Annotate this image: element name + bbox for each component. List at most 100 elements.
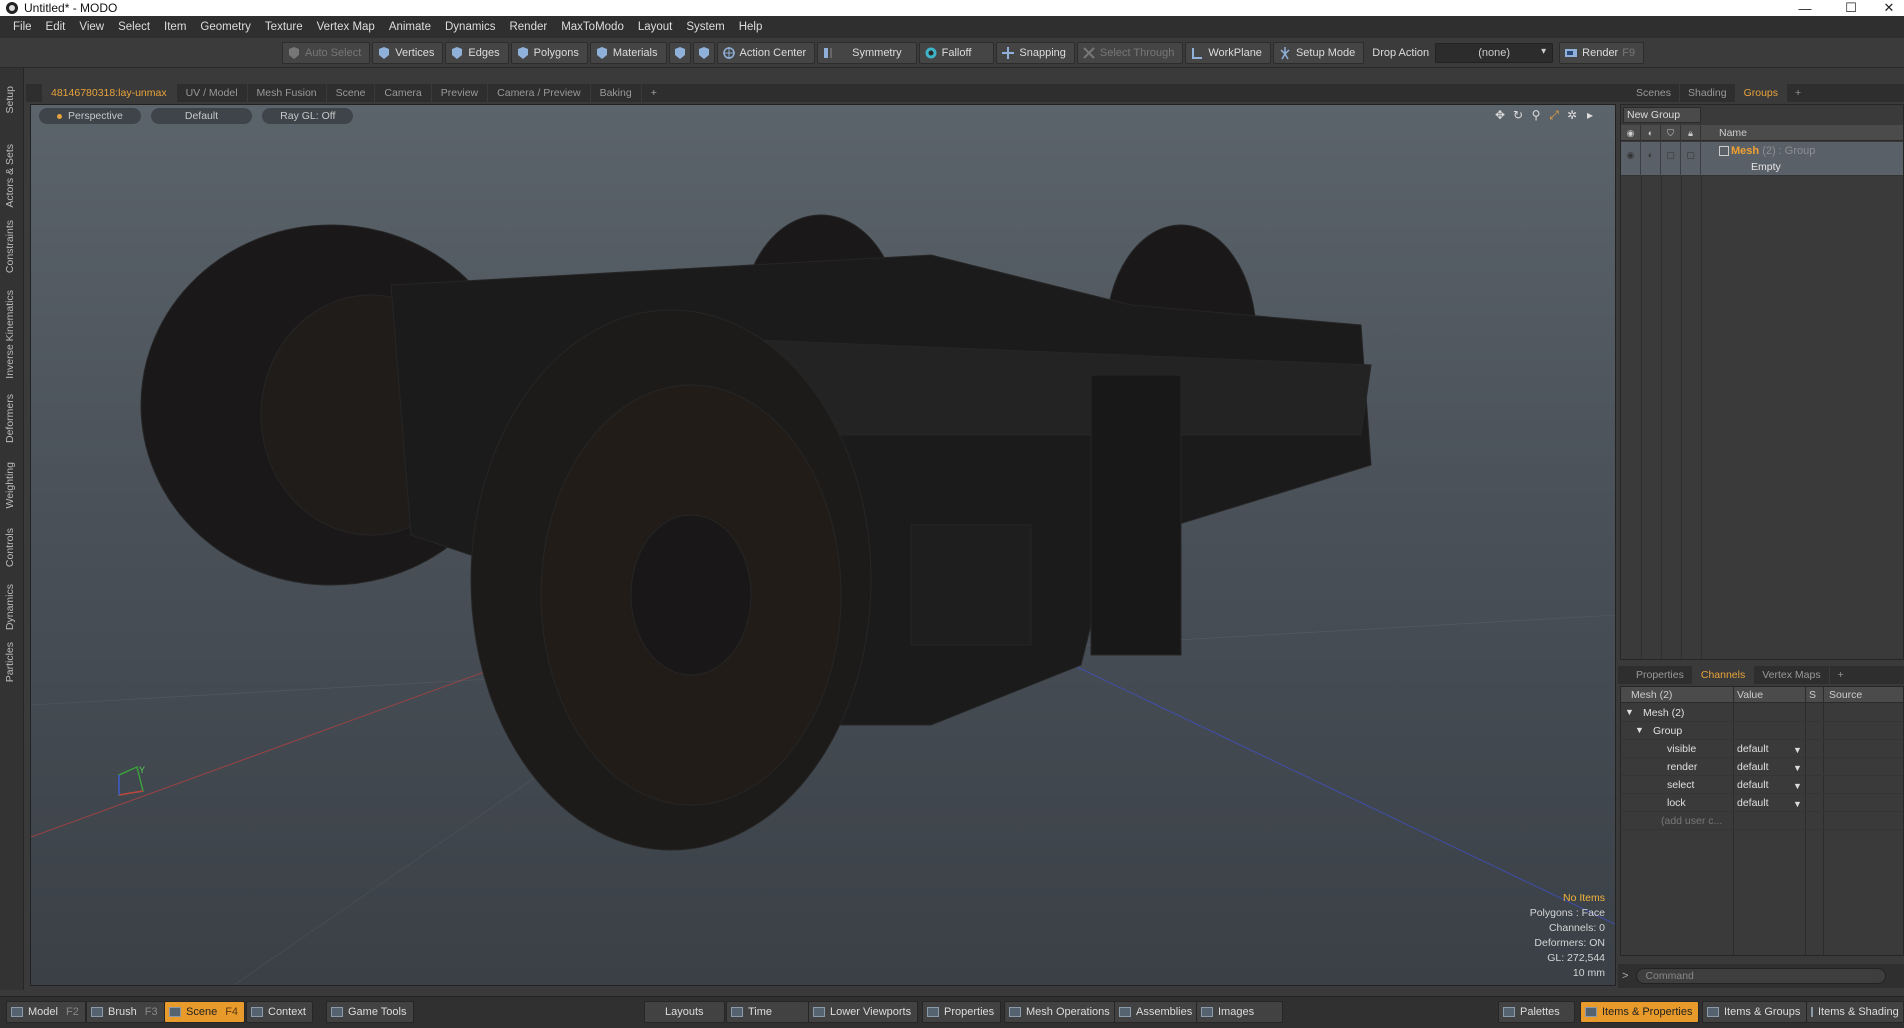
tab-camera-preview[interactable]: Camera / Preview [488, 84, 591, 102]
tab-scenes[interactable]: Scenes [1628, 84, 1681, 102]
menu-system[interactable]: System [679, 21, 731, 33]
lower-viewports-button[interactable]: Lower Viewports [808, 1001, 919, 1023]
menu-animate[interactable]: Animate [382, 21, 438, 33]
tab-baking[interactable]: Baking [591, 84, 642, 102]
drop-action-select[interactable]: (none) [1435, 42, 1554, 63]
model-layout-button[interactable]: Model F2 [6, 1001, 86, 1023]
channel-tree-mesh[interactable]: ▼ Mesh (2) [1621, 704, 1903, 722]
tab-setup[interactable]: Setup [4, 86, 16, 113]
viewport-settings-icon[interactable]: ✲ [1565, 108, 1579, 122]
tab-lay-unmax[interactable]: 48146780318:lay-unmax [42, 84, 177, 102]
tab-inverse-kinematics[interactable]: Inverse Kinematics [4, 290, 16, 379]
lock-toggle-icon[interactable]: ▢ [1681, 142, 1701, 176]
items-shading-button[interactable]: Items & Shading [1806, 1001, 1904, 1023]
tab-weighting[interactable]: Weighting [4, 462, 16, 509]
channel-row-select[interactable]: select default ▼ [1621, 776, 1903, 794]
tab-preview[interactable]: Preview [432, 84, 489, 102]
brush-layout-button[interactable]: Brush F3 [86, 1001, 165, 1023]
properties-button[interactable]: Properties [922, 1001, 1002, 1023]
expand-mesh-icon[interactable]: ▼ [1625, 707, 1634, 717]
tab-camera[interactable]: Camera [375, 84, 432, 102]
fit-view-icon[interactable]: ⤢ [1547, 108, 1561, 122]
time-button[interactable]: Time [726, 1001, 810, 1023]
new-group-button[interactable]: New Group [1623, 107, 1701, 123]
tab-particles[interactable]: Particles [4, 642, 16, 682]
add-tab-button[interactable]: + [642, 84, 666, 102]
symmetry-button[interactable]: Symmetry [817, 41, 917, 64]
menu-help[interactable]: Help [732, 21, 770, 33]
menu-dynamics[interactable]: Dynamics [438, 21, 502, 33]
viewport-menu-icon[interactable]: ▸ [1583, 108, 1597, 122]
context-layout-button[interactable]: Context [246, 1001, 313, 1023]
images-button[interactable]: Images [1196, 1001, 1284, 1023]
command-input[interactable]: Command [1636, 968, 1887, 984]
edges-button[interactable]: Edges [445, 41, 509, 64]
select-column-icon[interactable]: ⛉ [1661, 125, 1681, 141]
channel-row-lock[interactable]: lock default ▼ [1621, 794, 1903, 812]
close-icon[interactable]: ✕ [1874, 0, 1904, 16]
tab-groups[interactable]: Groups [1735, 84, 1788, 102]
view-mode-select[interactable]: Perspective [39, 108, 141, 124]
move-view-icon[interactable]: ✥ [1493, 108, 1507, 122]
render-button[interactable]: Render F9 [1559, 41, 1645, 64]
workplane-button[interactable]: WorkPlane [1185, 41, 1271, 64]
menu-texture[interactable]: Texture [258, 21, 310, 33]
menu-render[interactable]: Render [502, 21, 554, 33]
chevron-down-icon[interactable]: ▼ [1793, 763, 1802, 773]
visibility-column-icon[interactable]: ◉ [1621, 125, 1641, 141]
select-toggle-icon[interactable]: ▢ [1661, 142, 1681, 176]
auto-select-button[interactable]: Auto Select [282, 41, 371, 64]
chevron-down-icon[interactable]: ▼ [1793, 799, 1802, 809]
tab-scene[interactable]: Scene [327, 84, 376, 102]
tab-controls[interactable]: Controls [4, 528, 16, 567]
menu-geometry[interactable]: Geometry [193, 21, 258, 33]
add-right-tab-button[interactable]: + [1787, 84, 1809, 102]
snapping-button[interactable]: Snapping [996, 41, 1075, 64]
tab-mesh-fusion[interactable]: Mesh Fusion [248, 84, 327, 102]
3d-viewport[interactable]: Y Perspective Default Ray GL: Off ✥ ↻ ⚲ … [30, 104, 1616, 986]
select-mode-button-1[interactable] [668, 41, 691, 64]
menu-view[interactable]: View [72, 21, 111, 33]
render-toggle-icon[interactable]: ◐ [1641, 142, 1661, 176]
vertices-button[interactable]: Vertices [372, 41, 444, 64]
add-mid-tab-button[interactable]: + [1830, 666, 1852, 684]
rotate-view-icon[interactable]: ↻ [1511, 108, 1525, 122]
falloff-button[interactable]: Falloff [918, 41, 995, 64]
lock-column-icon[interactable]: 🔒︎ [1681, 125, 1701, 141]
raygl-toggle[interactable]: Ray GL: Off [262, 108, 354, 124]
mesh-operations-button[interactable]: Mesh Operations [1004, 1001, 1117, 1023]
assemblies-button[interactable]: Assemblies [1114, 1001, 1200, 1023]
render-column-icon[interactable]: ◐ [1641, 125, 1661, 141]
tab-properties[interactable]: Properties [1628, 666, 1693, 684]
add-user-channel[interactable]: (add user c... [1621, 812, 1903, 830]
palettes-button[interactable]: Palettes [1498, 1001, 1575, 1023]
materials-button[interactable]: Materials [589, 41, 667, 64]
maximize-icon[interactable]: ☐ [1828, 0, 1874, 16]
minimize-icon[interactable]: — [1782, 0, 1828, 16]
menu-edit[interactable]: Edit [39, 21, 73, 33]
tab-constraints[interactable]: Constraints [4, 220, 16, 273]
menu-file[interactable]: File [6, 21, 39, 33]
group-row-mesh[interactable]: ◉ ◐ ▢ ▢ Mesh (2) : Group Empty [1621, 142, 1903, 176]
channel-row-visible[interactable]: visible default ▼ [1621, 740, 1903, 758]
setup-mode-button[interactable]: Setup Mode [1272, 41, 1365, 64]
action-center-button[interactable]: Action Center [716, 41, 816, 64]
menu-select[interactable]: Select [111, 21, 157, 33]
channel-tree-group[interactable]: ▼ Group [1621, 722, 1903, 740]
tab-channels[interactable]: Channels [1692, 666, 1755, 684]
items-groups-button[interactable]: Items & Groups [1702, 1001, 1808, 1023]
tab-dynamics[interactable]: Dynamics [4, 584, 16, 630]
menu-item[interactable]: Item [157, 21, 193, 33]
items-properties-button[interactable]: Items & Properties [1580, 1001, 1700, 1023]
select-mode-button-2[interactable] [692, 41, 715, 64]
channel-row-render[interactable]: render default ▼ [1621, 758, 1903, 776]
tab-vertex-maps[interactable]: Vertex Maps [1754, 666, 1830, 684]
tab-actors-sets[interactable]: Actors & Sets [4, 144, 16, 208]
expand-group-icon[interactable]: ▼ [1635, 725, 1644, 735]
polygons-button[interactable]: Polygons [510, 41, 588, 64]
shading-select[interactable]: Default [150, 108, 253, 124]
visible-toggle-icon[interactable]: ◉ [1621, 142, 1641, 176]
menu-layout[interactable]: Layout [631, 21, 680, 33]
select-through-button[interactable]: Select Through [1076, 41, 1184, 64]
zoom-view-icon[interactable]: ⚲ [1529, 108, 1543, 122]
